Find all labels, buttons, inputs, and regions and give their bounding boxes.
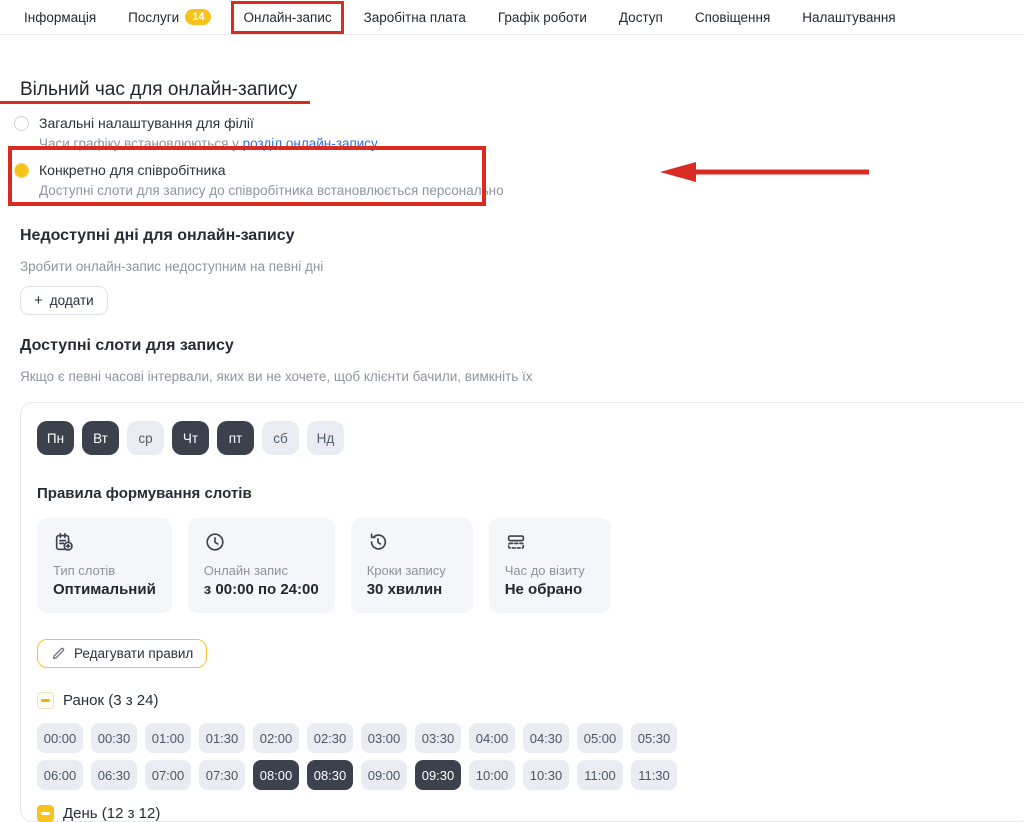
nav-tab[interactable]: Налаштування	[790, 1, 907, 34]
rule-card-label: Кроки запису	[367, 563, 457, 578]
checkbox-checked-icon[interactable]	[37, 805, 54, 822]
online-booking-section-link[interactable]: розділ онлайн-запису	[243, 136, 378, 151]
rule-card-value: Оптимальний	[53, 581, 156, 598]
time-slot[interactable]: 07:30	[199, 760, 245, 790]
time-slot[interactable]: 05:30	[631, 723, 677, 753]
nav-tab[interactable]: Онлайн-запис	[231, 1, 343, 34]
rule-card-value: 30 хвилин	[367, 581, 457, 598]
rule-card: Тип слотів Оптимальний	[37, 518, 172, 613]
slots-settings-card: ПнВтсрЧтптсбНд Правила формування слотів…	[20, 402, 1024, 822]
page-title: Вільний час для онлайн-запису	[20, 79, 1024, 101]
time-slot[interactable]: 03:30	[415, 723, 461, 753]
time-slot[interactable]: 05:00	[577, 723, 623, 753]
day-group-row: День (12 з 12)	[37, 805, 1015, 822]
radio-unselected-icon[interactable]	[14, 116, 29, 131]
time-slot[interactable]: 09:00	[361, 760, 407, 790]
rule-card-label: Тип слотів	[53, 563, 156, 578]
weekday-toggles: ПнВтсрЧтптсбНд	[37, 421, 1015, 455]
option-employee-specific[interactable]: Конкретно для співробітника Доступні сло…	[14, 162, 1024, 199]
morning-group-row: Ранок (3 з 24)	[37, 692, 1015, 709]
unavailable-days-subtitle: Зробити онлайн-запис недоступним на певн…	[20, 259, 1024, 274]
nav-tab-label: Графік роботи	[498, 10, 587, 25]
edit-rules-label: Редагувати правил	[74, 646, 193, 661]
weekday-toggle[interactable]: Пн	[37, 421, 74, 455]
weekday-toggle[interactable]: сб	[262, 421, 299, 455]
weekday-toggle[interactable]: Вт	[82, 421, 119, 455]
nav-tab-label: Сповіщення	[695, 10, 770, 25]
option-employee-desc: Доступні слоти для запису до співробітни…	[39, 183, 504, 199]
history-icon	[367, 531, 389, 553]
option-branch-desc-text: Часи графіку встановлюються у	[39, 136, 243, 151]
time-slot[interactable]: 00:30	[91, 723, 137, 753]
radio-selected-icon[interactable]	[14, 163, 29, 178]
rule-card-label: Час до візиту	[505, 563, 595, 578]
time-slot[interactable]: 02:00	[253, 723, 299, 753]
rule-card: Кроки запису 30 хвилин	[351, 518, 473, 613]
nav-tab-label: Доступ	[619, 10, 663, 25]
time-slots-grid: 00:00 00:30 01:00 01:30 02:00 02:30 03:00 03:30…	[37, 723, 1015, 790]
nav-tab[interactable]: Послуги 14	[116, 0, 223, 34]
add-button-label: додати	[50, 293, 94, 308]
top-nav: Інформація Послуги 14 Онлайн-запис Зароб…	[0, 0, 1024, 35]
unavailable-days-title: Недоступні дні для онлайн-запису	[20, 227, 1024, 245]
services-count-badge: 14	[185, 9, 211, 25]
time-slot[interactable]: 04:30	[523, 723, 569, 753]
rule-card-label: Онлайн запис	[204, 563, 319, 578]
time-slot[interactable]: 08:00	[253, 760, 299, 790]
rule-card: Час до візиту Не обрано	[489, 518, 611, 613]
weekday-toggle[interactable]: Чт	[172, 421, 209, 455]
time-slot[interactable]: 02:30	[307, 723, 353, 753]
nav-tab-label: Заробітна плата	[364, 10, 466, 25]
pencil-icon	[51, 646, 66, 661]
nav-tab-label: Інформація	[24, 10, 96, 25]
rule-card: Онлайн запис з 00:00 по 24:00	[188, 518, 335, 613]
add-unavailable-day-button[interactable]: + додати	[20, 286, 108, 315]
rule-card-value: Не обрано	[505, 581, 595, 598]
time-slot[interactable]: 10:00	[469, 760, 515, 790]
rule-card-value: з 00:00 по 24:00	[204, 581, 319, 598]
option-branch-settings[interactable]: Загальні налаштування для філії Часи гра…	[14, 115, 1024, 152]
day-group-label: День (12 з 12)	[63, 805, 160, 822]
time-slot[interactable]: 03:00	[361, 723, 407, 753]
nav-tab[interactable]: Графік роботи	[486, 1, 599, 34]
plus-icon: +	[34, 294, 43, 308]
time-slot[interactable]: 07:00	[145, 760, 191, 790]
nav-tab[interactable]: Доступ	[607, 1, 675, 34]
option-branch-label: Загальні налаштування для філії	[39, 115, 378, 132]
time-slot[interactable]: 00:00	[37, 723, 83, 753]
nav-tab-label: Послуги	[128, 10, 179, 25]
slot-type-icon	[53, 531, 75, 553]
time-slot[interactable]: 01:00	[145, 723, 191, 753]
time-slot[interactable]: 11:30	[631, 760, 677, 790]
option-branch-desc: Часи графіку встановлюються у розділ онл…	[39, 136, 378, 152]
nav-tab-label: Онлайн-запис	[243, 10, 331, 25]
weekday-toggle[interactable]: ср	[127, 421, 164, 455]
morning-group-label: Ранок (3 з 24)	[63, 692, 158, 709]
time-slot[interactable]: 06:30	[91, 760, 137, 790]
available-slots-subtitle: Якщо є певні часові інтервали, яких ви н…	[20, 369, 1024, 384]
rule-cards: Тип слотів Оптимальний Онлайн запис з 00…	[37, 518, 1015, 613]
slot-rules-title: Правила формування слотів	[37, 485, 1015, 502]
weekday-toggle[interactable]: Нд	[307, 421, 344, 455]
available-slots-title: Доступні слоти для запису	[20, 337, 1024, 355]
nav-tab-label: Налаштування	[802, 10, 895, 25]
visit-time-icon	[505, 531, 527, 553]
time-slot[interactable]: 06:00	[37, 760, 83, 790]
time-slot[interactable]: 01:30	[199, 723, 245, 753]
annotation-title-underline	[0, 101, 310, 104]
nav-tab[interactable]: Інформація	[12, 1, 108, 34]
time-slot[interactable]: 09:30	[415, 760, 461, 790]
nav-tab[interactable]: Сповіщення	[683, 1, 782, 34]
weekday-toggle[interactable]: пт	[217, 421, 254, 455]
option-employee-label: Конкретно для співробітника	[39, 162, 504, 179]
nav-tab[interactable]: Заробітна плата	[352, 1, 478, 34]
clock-icon	[204, 531, 226, 553]
time-slot[interactable]: 10:30	[523, 760, 569, 790]
time-slot[interactable]: 08:30	[307, 760, 353, 790]
time-slot[interactable]: 04:00	[469, 723, 515, 753]
edit-rules-button[interactable]: Редагувати правил	[37, 639, 207, 668]
time-slot[interactable]: 11:00	[577, 760, 623, 790]
checkbox-indeterminate-icon[interactable]	[37, 692, 54, 709]
